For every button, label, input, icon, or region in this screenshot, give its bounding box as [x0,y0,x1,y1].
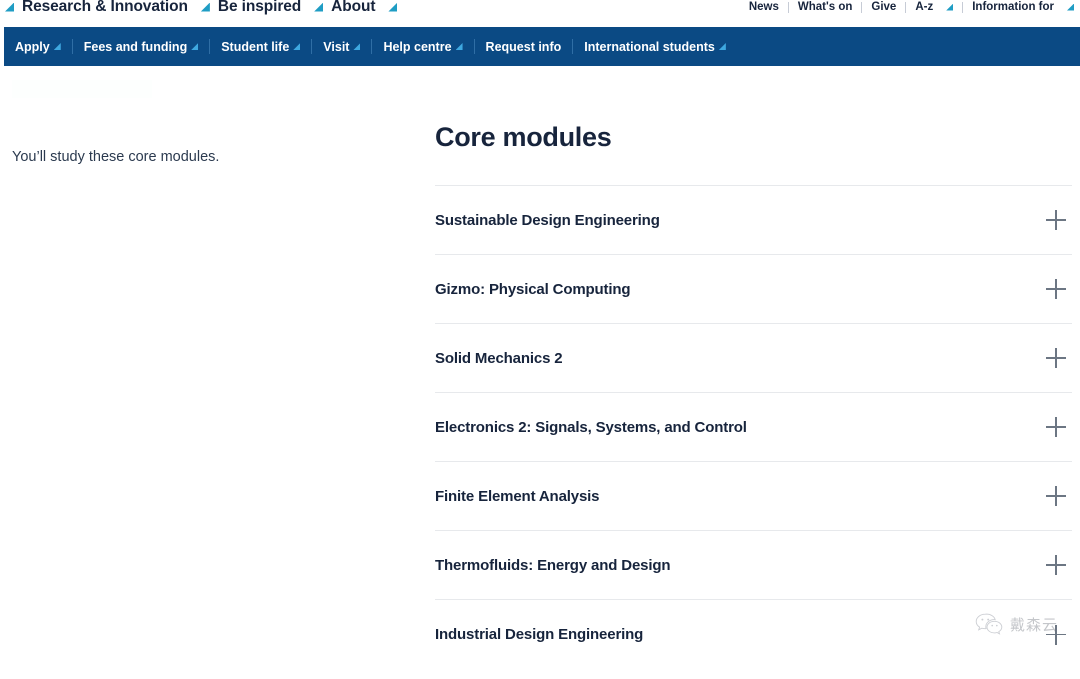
triangle-dropdown-icon[interactable] [200,2,210,12]
secondary-nav-item-request-info[interactable]: Request info [475,40,573,54]
secondary-navigation-bar: Apply Fees and funding Student life Visi… [0,27,1080,66]
plus-icon[interactable] [1046,279,1066,299]
secondary-nav-item-help-centre[interactable]: Help centre [372,40,473,54]
accordion-item-label: Sustainable Design Engineering [435,211,660,229]
secondary-nav-item-fees-and-funding[interactable]: Fees and funding [73,40,209,54]
nav-divider [787,1,789,13]
plus-icon[interactable] [1046,417,1066,437]
utility-nav-item-whats-on[interactable]: What's on [798,1,852,13]
secondary-nav-item-student-life[interactable]: Student life [210,40,311,54]
accordion-item-gizmo-physical-computing[interactable]: Gizmo: Physical Computing [435,255,1072,324]
utility-nav-item-news[interactable]: News [749,1,779,13]
accordion-item-label: Solid Mechanics 2 [435,349,563,367]
secondary-nav-item-international-students[interactable]: International students [573,40,737,54]
intro-text: You’ll study these core modules. [12,148,220,165]
plus-icon[interactable] [1046,486,1066,506]
triangle-dropdown-icon[interactable] [388,2,398,12]
utility-nav-item-give[interactable]: Give [871,1,896,13]
faded-breadcrumb-placeholder [12,80,152,98]
triangle-dropdown-icon [353,43,361,50]
plus-icon[interactable] [1046,348,1066,368]
primary-nav-item-be-inspired[interactable]: Be inspired [218,0,301,16]
secondary-nav-label: Visit [323,39,350,54]
accordion-item-label: Thermofluids: Energy and Design [435,556,671,574]
secondary-nav-label: Request info [485,39,562,54]
accordion-item-thermofluids-energy-and-design[interactable]: Thermofluids: Energy and Design [435,531,1072,600]
triangle-dropdown-icon [53,43,61,50]
secondary-nav-label: Help centre [383,39,452,54]
core-modules-panel: Core modules Sustainable Design Engineer… [435,66,1072,669]
accordion-item-label: Industrial Design Engineering [435,626,644,643]
secondary-nav-item-visit[interactable]: Visit [312,40,371,54]
accordion-item-solid-mechanics-2[interactable]: Solid Mechanics 2 [435,324,1072,393]
plus-icon[interactable] [1046,624,1066,645]
primary-nav-item-about[interactable]: About [331,0,375,16]
top-navigation-bar: Research & Innovation Be inspired About … [0,0,1080,23]
accordion-item-electronics-2-signals-systems-and-control[interactable]: Electronics 2: Signals, Systems, and Con… [435,393,1072,462]
triangle-dropdown-icon [5,2,14,12]
triangle-dropdown-icon [191,43,199,50]
accordion-item-industrial-design-engineering[interactable]: Industrial Design Engineering [435,600,1072,669]
triangle-dropdown-icon[interactable] [946,3,954,11]
triangle-dropdown-icon[interactable] [314,2,324,12]
primary-nav-item-research-innovation[interactable]: Research & Innovation [22,0,188,16]
triangle-dropdown-icon[interactable] [1067,3,1074,11]
nav-divider [905,1,907,13]
utility-nav-item-a-z[interactable]: A-z [915,1,933,13]
plus-icon[interactable] [1046,210,1066,230]
secondary-nav-label: Student life [221,39,290,54]
modules-accordion: Sustainable Design Engineering Gizmo: Ph… [435,185,1072,669]
utility-nav-item-information-for[interactable]: Information for [972,1,1054,13]
accordion-item-sustainable-design-engineering[interactable]: Sustainable Design Engineering [435,186,1072,255]
triangle-dropdown-icon [293,43,301,50]
utility-nav-group: News What's on Give A-z Information for [740,0,1074,23]
secondary-nav-item-apply[interactable]: Apply [4,40,72,54]
accordion-item-label: Electronics 2: Signals, Systems, and Con… [435,418,747,436]
triangle-dropdown-icon [455,43,463,50]
primary-nav-group: Research & Innovation Be inspired About [0,0,398,23]
page-content: You’ll study these core modules. Core mo… [0,66,1080,679]
secondary-nav-label: Fees and funding [83,39,188,54]
secondary-nav-label: International students [584,39,715,54]
accordion-item-finite-element-analysis[interactable]: Finite Element Analysis [435,462,1072,531]
accordion-item-label: Finite Element Analysis [435,487,600,505]
plus-icon[interactable] [1046,555,1066,575]
page-title: Core modules [435,122,612,152]
nav-divider [962,1,964,13]
triangle-dropdown-icon [718,43,726,50]
nav-divider [861,1,863,13]
accordion-item-label: Gizmo: Physical Computing [435,280,631,298]
secondary-nav-label: Apply [15,39,50,54]
